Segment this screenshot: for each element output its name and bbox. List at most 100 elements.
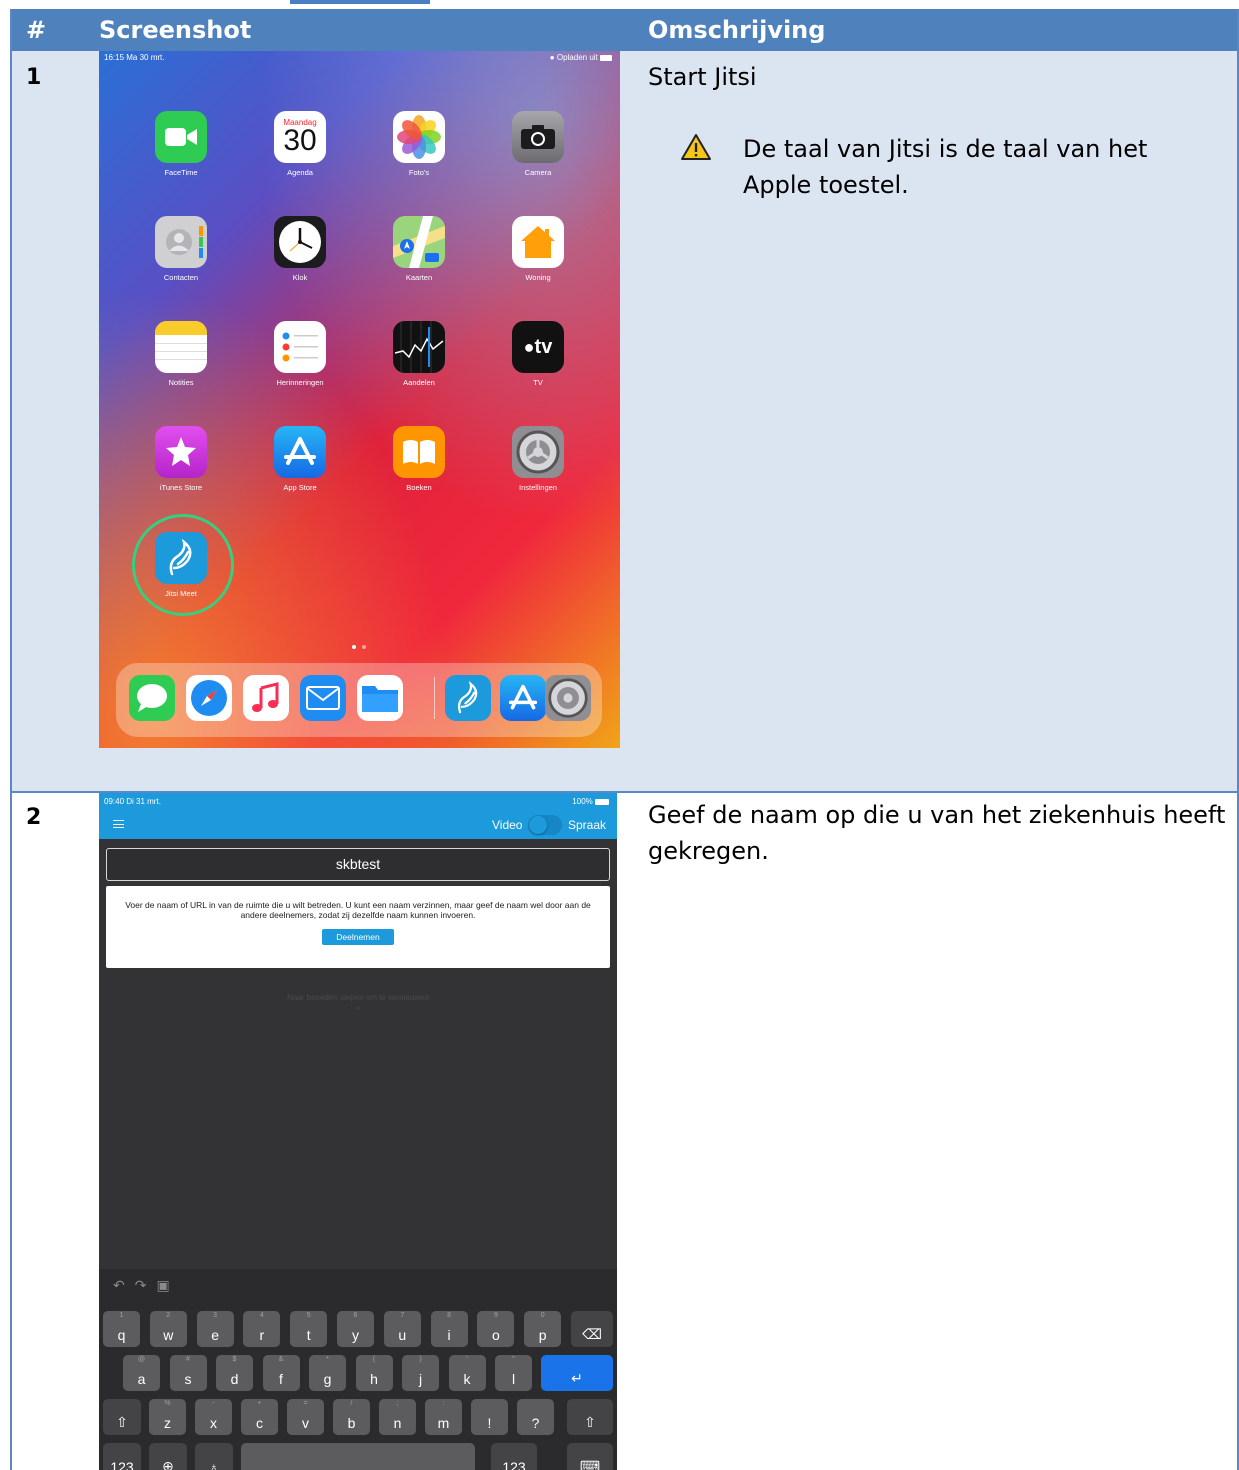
key-7[interactable]: !	[471, 1399, 508, 1435]
shift-key[interactable]: ⇧	[103, 1399, 141, 1435]
pull-to-refresh-hint: Naar beneden slepen om te vernieuwen ⌄	[287, 993, 429, 1011]
page-dot	[362, 645, 366, 649]
key-1[interactable]: -x	[195, 1399, 232, 1435]
app-home[interactable]: Woning	[498, 216, 578, 282]
key-t[interactable]: 5t	[290, 1311, 328, 1347]
safari-icon[interactable]	[186, 675, 232, 721]
backspace-key[interactable]: ⌫	[571, 1311, 613, 1347]
photos-icon	[393, 111, 445, 163]
menu-icon[interactable]	[113, 820, 124, 831]
mail-icon[interactable]	[300, 675, 346, 721]
app-reminders[interactable]: Herinneringen	[260, 321, 340, 387]
key-5[interactable]: ; n	[379, 1399, 416, 1435]
key-2[interactable]: + c	[241, 1399, 278, 1435]
step-number: 1	[26, 65, 42, 90]
key-k[interactable]: ' k	[448, 1355, 486, 1391]
key-6[interactable]: :m	[425, 1399, 462, 1435]
app-stocks[interactable]: Aandelen	[379, 321, 459, 387]
key-p[interactable]: 0p	[524, 1311, 562, 1347]
info-text: Voer de naam of URL in van de ruimte die…	[125, 900, 591, 920]
calendar-icon: Maandag 30	[274, 111, 326, 163]
app-notes[interactable]: Notities	[141, 321, 221, 387]
app-camera[interactable]: Camera	[498, 111, 578, 177]
table-header: # Screenshot Omschrijving	[12, 9, 1237, 51]
key-l[interactable]: " l	[495, 1355, 532, 1391]
table-row: 2 09:40 Di 31 mrt. 100% Video Spraak skb…	[12, 793, 1237, 1470]
table-row: 1 16:15 Ma 30 mrt. ● Opladen uit FaceTim…	[12, 51, 1237, 793]
jitsi-header: 09:40 Di 31 mrt. 100% Video Spraak	[99, 793, 617, 839]
space-key[interactable]	[241, 1443, 475, 1470]
join-button[interactable]: Deelnemen	[322, 929, 394, 945]
notes-icon	[155, 321, 207, 373]
app-maps[interactable]: Kaarten	[379, 216, 459, 282]
room-name-input[interactable]: skbtest	[106, 848, 610, 881]
clipboard-icon[interactable]: ▣	[156, 1277, 179, 1293]
app-tv[interactable]: ● tv TV	[498, 321, 578, 387]
app-settings[interactable]: Instellingen	[498, 426, 578, 492]
tv-icon: ● tv	[512, 321, 564, 373]
app-facetime[interactable]: FaceTime	[141, 111, 221, 177]
wifi-icon: ●	[549, 53, 555, 62]
maps-icon	[393, 216, 445, 268]
key-o[interactable]: 9o	[477, 1311, 515, 1347]
app-books[interactable]: Boeken	[379, 426, 459, 492]
stocks-icon	[393, 321, 445, 373]
redo-icon[interactable]: ↷	[135, 1277, 157, 1293]
key-f[interactable]: & f	[262, 1355, 300, 1391]
step-number: 2	[26, 805, 42, 830]
microphone-icon[interactable]: ♁	[195, 1443, 233, 1470]
app-store-icon[interactable]	[500, 675, 546, 721]
key-3[interactable]: = v	[287, 1399, 324, 1435]
header-number: #	[26, 16, 47, 44]
key-0[interactable]: % z	[149, 1399, 186, 1435]
key-r[interactable]: 4r	[243, 1311, 281, 1347]
key-g[interactable]: * g	[309, 1355, 346, 1391]
video-voice-toggle[interactable]	[528, 815, 562, 835]
app-agenda[interactable]: Maandag 30 Agenda	[260, 111, 340, 177]
reminders-icon	[274, 321, 326, 373]
header-screenshot: Screenshot	[99, 16, 252, 44]
key-i[interactable]: 8i	[430, 1311, 468, 1347]
globe-icon[interactable]: ⊕	[149, 1443, 187, 1470]
key-w[interactable]: 2w	[149, 1311, 187, 1347]
keyboard-hide-icon[interactable]: ⌨	[567, 1443, 613, 1470]
numbers-key[interactable]: 123	[103, 1443, 141, 1470]
instruction-table: # Screenshot Omschrijving 1 16:15 Ma 30 …	[10, 9, 1239, 1470]
page-dot-active	[352, 645, 356, 649]
keyboard-toolbar: ↶↷▣	[113, 1277, 180, 1294]
key-a[interactable]: @ a	[123, 1355, 160, 1391]
jitsi-app-screenshot: 09:40 Di 31 mrt. 100% Video Spraak skbte…	[99, 793, 617, 1470]
status-time: 16:15 Ma 30 mrt.	[104, 53, 165, 62]
shift-key[interactable]: ⇧	[567, 1399, 613, 1435]
numbers-key[interactable]: 123	[491, 1443, 537, 1470]
battery-icon	[600, 54, 612, 61]
key-4[interactable]: / b	[333, 1399, 370, 1435]
status-time: 09:40 Di 31 mrt.	[104, 797, 161, 806]
key-u[interactable]: 7u	[383, 1311, 421, 1347]
key-d[interactable]: $ d	[216, 1355, 253, 1391]
key-h[interactable]: (h	[355, 1355, 393, 1391]
files-icon[interactable]	[357, 675, 403, 721]
messages-icon[interactable]	[129, 675, 175, 721]
app-store-icon	[274, 426, 326, 478]
app-contacts[interactable]: Contacten	[141, 216, 221, 282]
contacts-icon	[155, 216, 207, 268]
key-j[interactable]: ) j	[402, 1355, 439, 1391]
app-clock[interactable]: Klok	[260, 216, 340, 282]
jitsi-meet-icon[interactable]	[445, 675, 491, 721]
key-q[interactable]: 1q	[103, 1311, 140, 1347]
key-e[interactable]: 3e	[196, 1311, 234, 1347]
key-y[interactable]: 6y	[337, 1311, 374, 1347]
app-photos[interactable]: Foto's	[379, 111, 459, 177]
key-8[interactable]: ?	[517, 1399, 554, 1435]
return-key[interactable]: ↵	[541, 1355, 613, 1391]
clock-icon	[274, 216, 326, 268]
undo-icon[interactable]: ↶	[113, 1277, 135, 1293]
app-app-store[interactable]: App Store	[260, 426, 340, 492]
books-icon	[393, 426, 445, 478]
settings-icon[interactable]	[545, 675, 591, 721]
highlight-circle	[132, 514, 234, 616]
app-itunes-store[interactable]: iTunes Store	[141, 426, 221, 492]
key-s[interactable]: # s	[169, 1355, 207, 1391]
music-icon[interactable]	[243, 675, 289, 721]
